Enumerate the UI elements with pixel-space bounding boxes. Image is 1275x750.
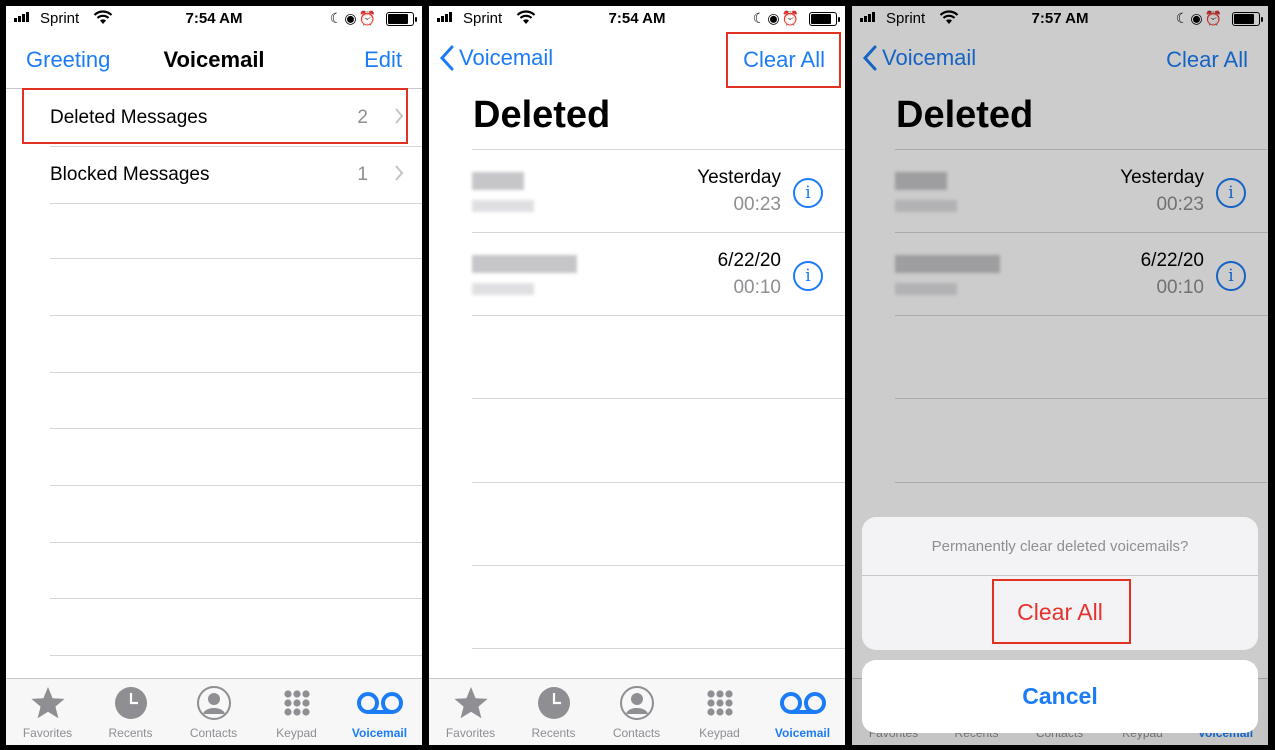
empty-row-divider <box>50 485 422 486</box>
status-bar: Sprint 7:54 AM ☾◉⏰ <box>6 6 422 32</box>
tab-label: Voicemail <box>774 726 831 740</box>
status-bar: Sprint 7:54 AM ☾◉⏰ <box>429 6 845 32</box>
tab-person[interactable]: Contacts <box>595 679 678 745</box>
tab-label: Contacts <box>189 726 238 740</box>
highlight-box <box>992 579 1131 644</box>
back-button[interactable]: Voicemail <box>439 44 553 72</box>
tab-bar: Favorites Recents Contacts Keypad Voicemail <box>429 678 845 745</box>
voicemail-icon <box>338 685 421 721</box>
chevron-right-icon <box>395 165 404 181</box>
empty-row-divider <box>50 315 422 316</box>
clear-all-confirmation-screen: Sprint 7:57 AM ☾◉⏰ Voicemail Clear All D… <box>852 6 1268 745</box>
voicemail-row[interactable]: Yesterday 00:23 i <box>472 150 845 233</box>
blocked-messages-row[interactable]: Blocked Messages 1 <box>50 146 422 204</box>
tab-label: Keypad <box>276 726 317 740</box>
empty-row-divider <box>472 482 845 483</box>
page-title: Deleted <box>473 94 611 136</box>
status-icons: ☾◉⏰ <box>329 10 378 26</box>
nav-bar: Greeting Voicemail Edit <box>6 32 422 88</box>
clock-icon <box>512 685 595 721</box>
action-sheet-divider <box>862 575 1258 576</box>
star-icon <box>6 685 89 721</box>
person-icon <box>595 685 678 721</box>
cancel-button[interactable]: Cancel <box>862 660 1258 733</box>
battery-icon <box>386 12 417 26</box>
empty-row-divider <box>472 648 845 649</box>
blurred-caller <box>472 255 577 273</box>
chevron-left-icon <box>439 45 454 71</box>
star-icon <box>429 685 512 721</box>
tab-label: Recents <box>531 726 576 740</box>
empty-row-divider <box>50 372 422 373</box>
tab-star[interactable]: Favorites <box>6 679 89 745</box>
tab-label: Contacts <box>612 726 661 740</box>
page-title: Voicemail <box>163 47 265 72</box>
voicemail-duration: 00:10 <box>733 277 781 298</box>
empty-row-divider <box>50 598 422 599</box>
empty-row-divider <box>50 542 422 543</box>
empty-row-divider <box>472 565 845 566</box>
voicemail-row[interactable]: 6/22/20 00:10 i <box>472 233 845 316</box>
voicemail-date: Yesterday <box>697 167 781 188</box>
edit-button[interactable]: Edit <box>364 47 402 73</box>
tab-bar: Favorites Recents Contacts Keypad Voicemail <box>6 678 422 745</box>
action-sheet-message: Permanently clear deleted voicemails? <box>931 538 1189 555</box>
keypad-icon <box>678 685 761 721</box>
highlight-box <box>726 32 841 88</box>
person-icon <box>172 685 255 721</box>
tab-clock[interactable]: Recents <box>89 679 172 745</box>
blurred-caller <box>472 172 524 190</box>
voicemail-date: 6/22/20 <box>717 250 781 271</box>
voicemail-duration: 00:23 <box>733 194 781 215</box>
tab-label: Favorites <box>445 726 496 740</box>
tab-label: Favorites <box>22 726 73 740</box>
tab-label: Keypad <box>699 726 740 740</box>
tab-clock[interactable]: Recents <box>512 679 595 745</box>
tab-label: Recents <box>108 726 153 740</box>
tab-keypad[interactable]: Keypad <box>255 679 338 745</box>
row-label: Blocked Messages <box>50 164 210 185</box>
info-icon[interactable]: i <box>793 178 823 208</box>
voicemail-screen: Sprint 7:54 AM ☾◉⏰ Greeting Voicemail Ed… <box>6 6 422 745</box>
back-label: Voicemail <box>459 45 554 70</box>
blurred-caller-detail <box>472 283 534 295</box>
deleted-screen: Sprint 7:54 AM ☾◉⏰ Voicemail Clear All D… <box>429 6 845 745</box>
empty-row-divider <box>50 428 422 429</box>
tab-voicemail[interactable]: Voicemail <box>761 679 844 745</box>
status-icons: ☾◉⏰ <box>752 10 801 26</box>
tab-label: Voicemail <box>351 726 408 740</box>
tab-person[interactable]: Contacts <box>172 679 255 745</box>
voicemail-icon <box>761 685 844 721</box>
highlight-box <box>22 88 408 144</box>
row-count: 1 <box>357 164 368 185</box>
tab-keypad[interactable]: Keypad <box>678 679 761 745</box>
blurred-caller-detail <box>472 200 534 212</box>
battery-icon <box>809 12 840 26</box>
tab-voicemail[interactable]: Voicemail <box>338 679 421 745</box>
empty-row-divider <box>50 258 422 259</box>
info-icon[interactable]: i <box>793 261 823 291</box>
keypad-icon <box>255 685 338 721</box>
clock-icon <box>89 685 172 721</box>
tab-star[interactable]: Favorites <box>429 679 512 745</box>
empty-row-divider <box>472 398 845 399</box>
empty-row-divider <box>50 655 422 656</box>
